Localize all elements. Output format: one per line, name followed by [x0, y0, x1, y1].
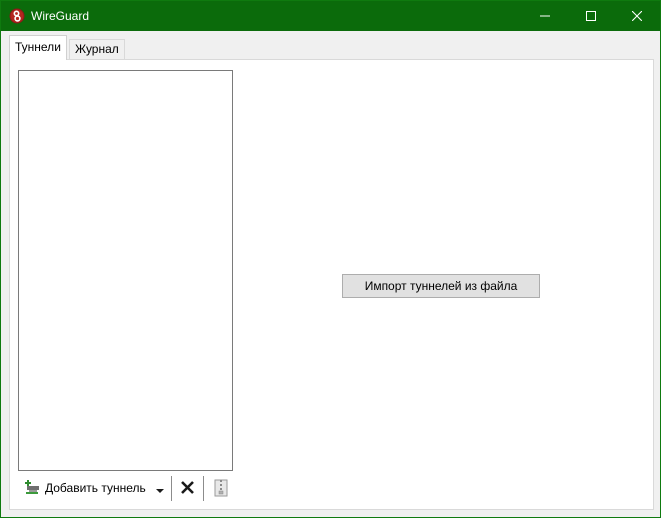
delete-icon — [178, 481, 198, 500]
export-tunnels-button[interactable] — [212, 478, 230, 498]
minimize-icon — [540, 11, 550, 21]
close-button[interactable] — [614, 1, 660, 31]
delete-tunnel-button[interactable] — [178, 479, 198, 497]
tunnels-panel: Добавить туннель Импорт туннелей из файл… — [9, 59, 654, 510]
tunnel-list[interactable] — [18, 70, 233, 471]
import-tunnels-button[interactable]: Импорт туннелей из файла — [342, 274, 540, 298]
tunnel-toolbar: Добавить туннель — [18, 474, 238, 502]
close-icon — [632, 11, 642, 21]
toolbar-separator — [203, 476, 204, 501]
tab-tunnels[interactable]: Туннели — [9, 35, 67, 60]
export-zip-icon — [212, 479, 230, 501]
minimize-button[interactable] — [522, 1, 568, 31]
chevron-down-icon[interactable] — [155, 484, 165, 493]
maximize-button[interactable] — [568, 1, 614, 31]
wireguard-logo-icon — [9, 8, 25, 24]
add-tunnel-button[interactable]: Добавить туннель — [24, 476, 146, 500]
window-title: WireGuard — [31, 9, 90, 23]
maximize-icon — [586, 11, 596, 21]
add-tunnel-icon — [24, 480, 40, 496]
tab-log[interactable]: Журнал — [69, 39, 125, 59]
app-window: WireGuard Туннели Журнал Добавить туннел… — [0, 0, 661, 518]
add-tunnel-label: Добавить туннель — [45, 481, 146, 495]
toolbar-separator — [171, 476, 172, 501]
title-bar[interactable]: WireGuard — [1, 1, 660, 31]
